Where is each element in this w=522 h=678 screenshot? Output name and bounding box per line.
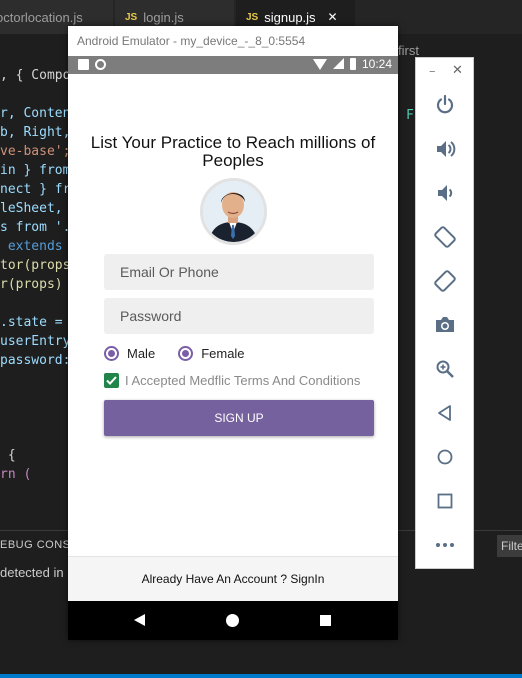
signup-button[interactable]: SIGN UP bbox=[104, 400, 374, 436]
power-icon bbox=[436, 94, 454, 114]
emulator-window: Android Emulator - my_device_-_8_0:5554 … bbox=[68, 26, 398, 640]
sync-icon bbox=[95, 59, 106, 70]
terms-label[interactable]: I Accepted Medflic Terms And Conditions bbox=[125, 373, 360, 388]
avatar[interactable] bbox=[200, 178, 267, 245]
tab-label: signup.js bbox=[264, 9, 316, 25]
close-tab-icon[interactable]: ✕ bbox=[328, 10, 338, 24]
code-line: extends bbox=[0, 239, 63, 254]
power-button[interactable] bbox=[430, 90, 460, 120]
camera-icon bbox=[436, 317, 454, 332]
code-line: { bbox=[0, 448, 16, 463]
terms-checkbox[interactable] bbox=[104, 373, 119, 388]
password-field[interactable] bbox=[104, 298, 374, 334]
code-line: leSheet, bbox=[0, 201, 63, 216]
editor-text-first: first bbox=[398, 43, 419, 58]
code-line: password: bbox=[0, 353, 71, 368]
home-icon bbox=[437, 449, 453, 465]
gender-radio-group: Male Female bbox=[104, 346, 245, 361]
code-line: ve-base'; bbox=[0, 144, 71, 159]
console-output: detected in bbox=[0, 565, 64, 580]
wifi-icon bbox=[313, 59, 327, 70]
zoom-icon bbox=[436, 360, 454, 378]
volume-up-button[interactable] bbox=[430, 134, 460, 164]
nav-recents-icon[interactable] bbox=[320, 615, 331, 626]
filter-input[interactable]: Filte bbox=[497, 535, 522, 557]
volume-down-button[interactable] bbox=[430, 178, 460, 208]
nav-back-icon[interactable] bbox=[134, 614, 145, 626]
radio-selected-dot bbox=[108, 350, 115, 357]
js-file-icon: JS bbox=[246, 11, 259, 23]
overview-button[interactable] bbox=[430, 486, 460, 516]
rotate-right-button[interactable] bbox=[430, 266, 460, 296]
radio-male[interactable] bbox=[104, 346, 119, 361]
android-nav-bar bbox=[68, 601, 398, 640]
overview-icon bbox=[437, 493, 453, 509]
phone-status-bar: 10:24 bbox=[68, 56, 398, 74]
page-title: List Your Practice to Reach millions of … bbox=[90, 133, 376, 170]
code-line: , { Compo bbox=[0, 68, 71, 83]
code-editor[interactable]: , { Compo r, Conten b, Right, ve-base'; … bbox=[0, 62, 70, 532]
radio-female[interactable] bbox=[178, 346, 194, 361]
close-icon[interactable]: ✕ bbox=[452, 63, 463, 78]
code-line: r, Conten bbox=[0, 106, 71, 121]
status-time: 10:24 bbox=[361, 57, 392, 71]
radio-label-female[interactable]: Female bbox=[201, 346, 244, 361]
volume-up-icon bbox=[437, 141, 456, 157]
rotate-left-icon bbox=[434, 226, 456, 248]
code-line: .state = bbox=[0, 315, 63, 330]
more-button[interactable] bbox=[430, 530, 460, 560]
zoom-button[interactable] bbox=[430, 354, 460, 384]
editor-text-f: F bbox=[406, 108, 414, 123]
code-line: b, Right, bbox=[0, 125, 71, 140]
signal-icon bbox=[333, 58, 344, 69]
code-line: nect } fr bbox=[0, 182, 71, 197]
back-icon bbox=[438, 405, 451, 421]
tab-label: login.js bbox=[143, 9, 184, 25]
signin-link[interactable]: Already Have An Account ? SignIn bbox=[68, 556, 398, 601]
code-line: in } from bbox=[0, 163, 71, 178]
js-file-icon: JS bbox=[125, 11, 138, 23]
volume-down-icon bbox=[438, 185, 453, 201]
check-icon bbox=[106, 376, 117, 385]
signup-screen: List Your Practice to Reach millions of … bbox=[68, 74, 398, 601]
code-line: r(props) bbox=[0, 277, 63, 292]
rotate-left-button[interactable] bbox=[430, 222, 460, 252]
code-line: s from '. bbox=[0, 220, 71, 235]
nav-home-icon[interactable] bbox=[226, 614, 239, 627]
email-field[interactable] bbox=[104, 254, 374, 290]
minimize-icon[interactable]: – bbox=[429, 64, 436, 79]
code-line: userEntry bbox=[0, 334, 71, 349]
code-line: tor(props bbox=[0, 258, 71, 273]
radio-label-male[interactable]: Male bbox=[127, 346, 155, 361]
sd-card-icon bbox=[78, 59, 89, 70]
code-line: rn ( bbox=[0, 467, 32, 482]
editor-status-bar bbox=[0, 674, 522, 678]
screenshot-button[interactable] bbox=[430, 310, 460, 340]
battery-icon bbox=[350, 58, 356, 70]
emulator-title: Android Emulator - my_device_-_8_0:5554 bbox=[68, 26, 398, 56]
tab-label: octorlocation.js bbox=[0, 9, 83, 25]
more-icon bbox=[436, 543, 454, 547]
emulator-toolbar: – ✕ bbox=[415, 57, 474, 569]
terms-row: I Accepted Medflic Terms And Conditions bbox=[104, 373, 360, 388]
home-button[interactable] bbox=[430, 442, 460, 472]
radio-selected-dot bbox=[182, 350, 190, 357]
profile-photo-icon bbox=[203, 181, 264, 242]
back-button[interactable] bbox=[430, 398, 460, 428]
rotate-right-icon bbox=[434, 270, 456, 292]
